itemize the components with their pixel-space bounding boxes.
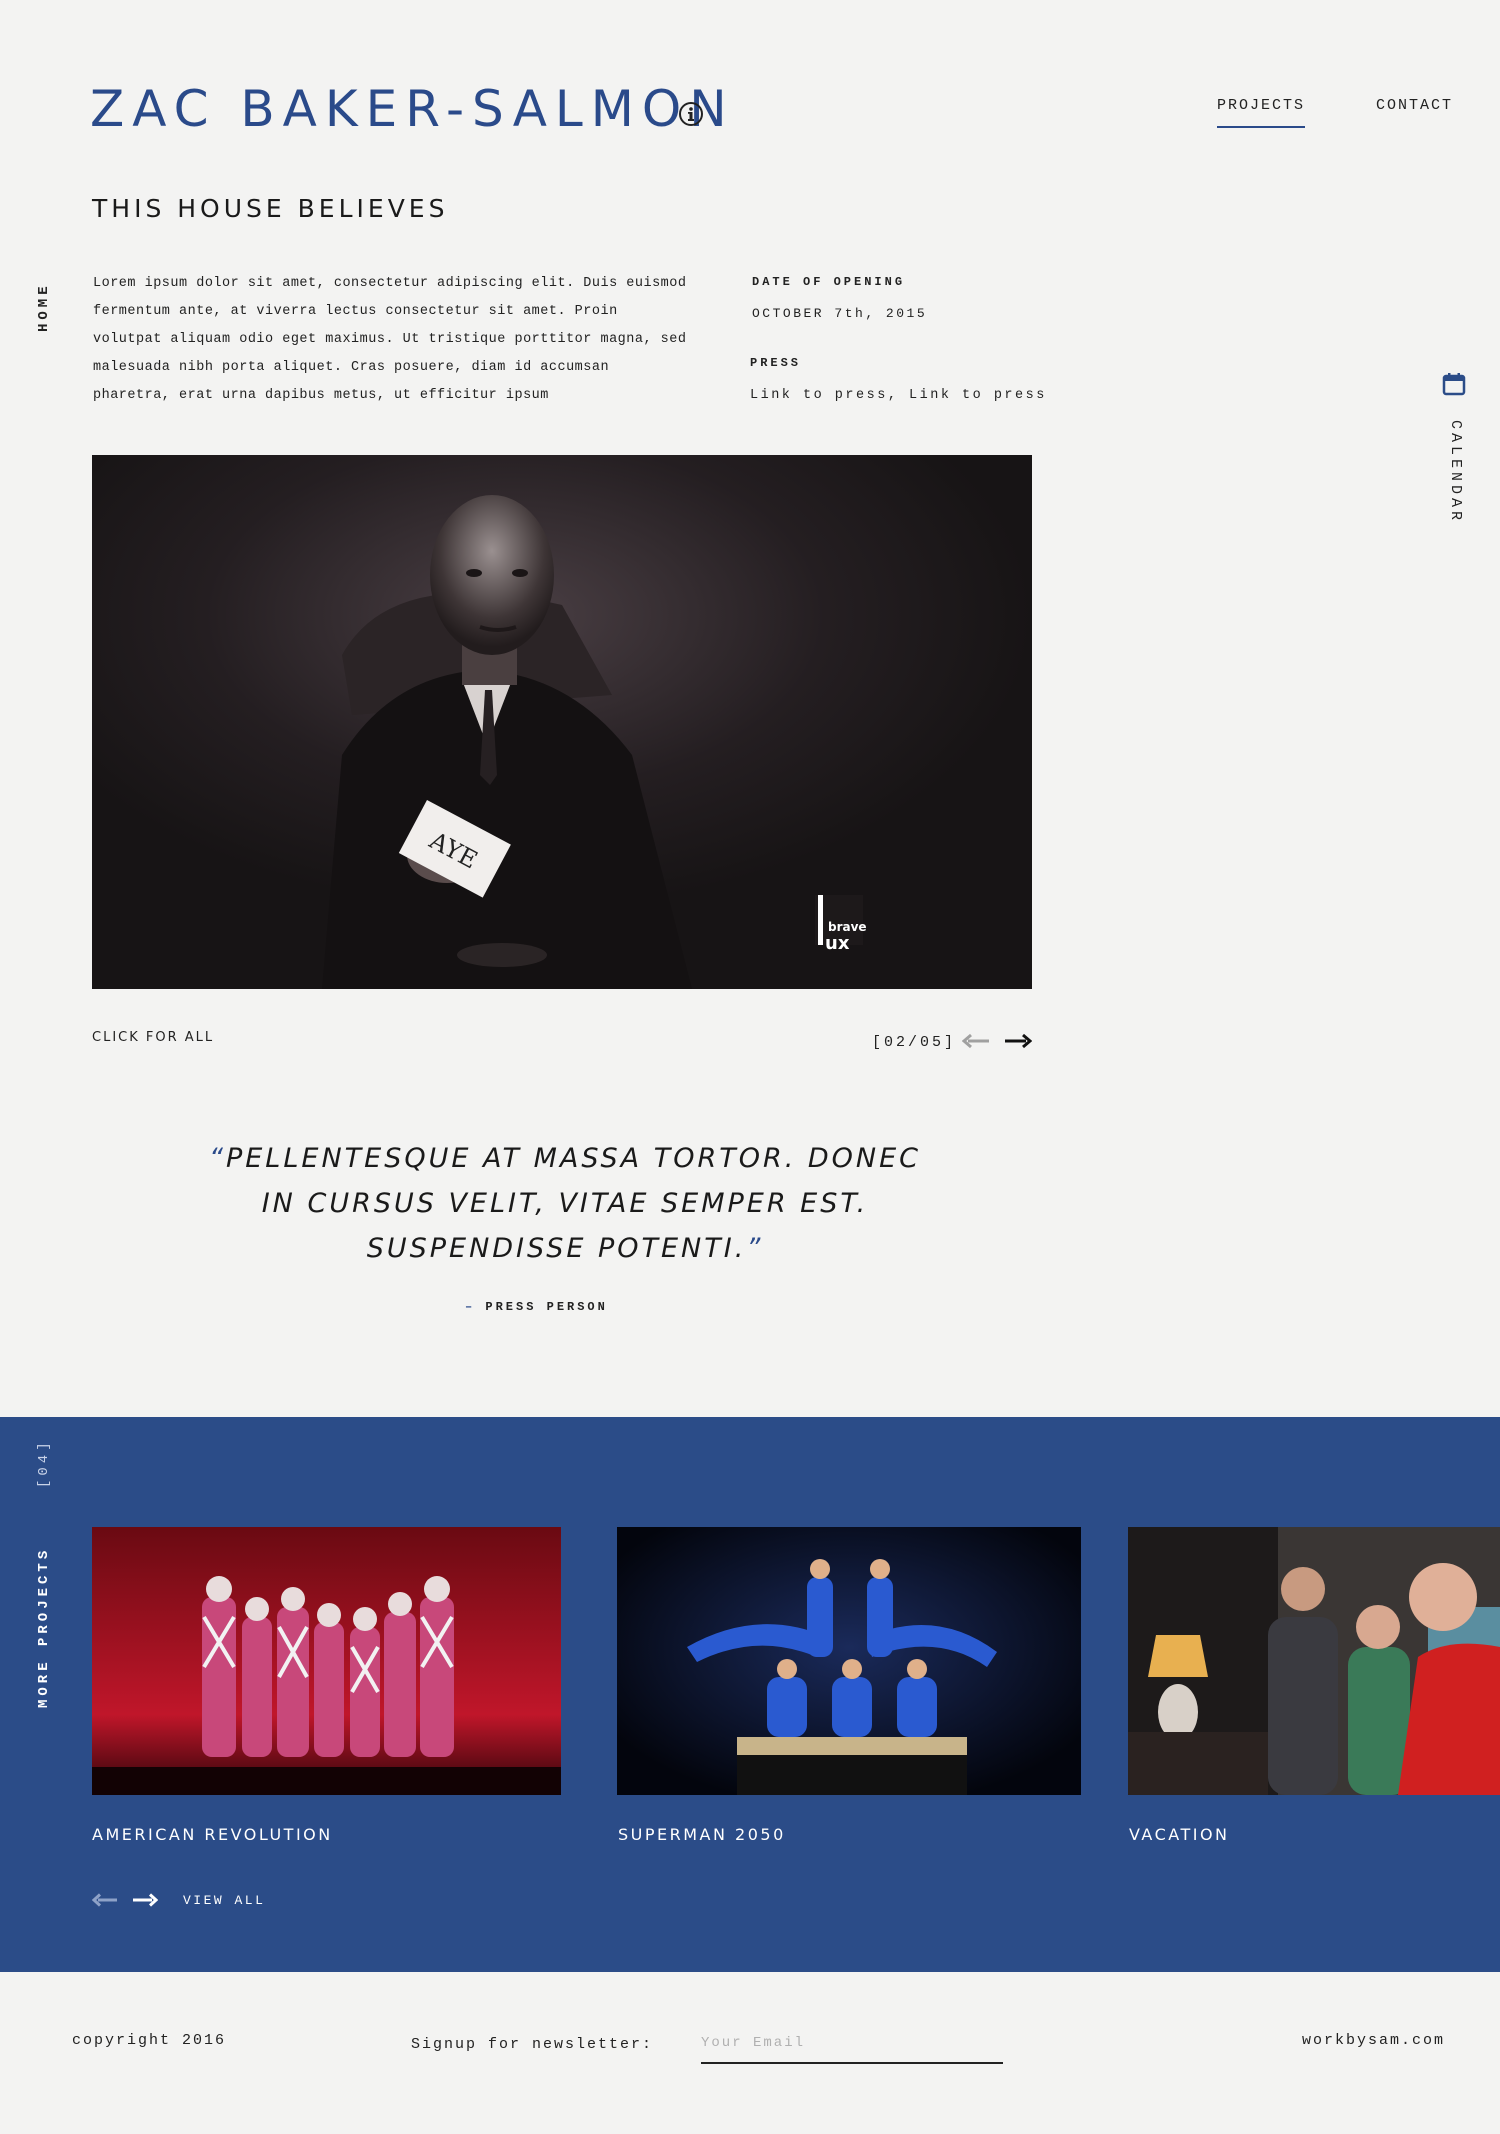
slide-counter: [02/05] (872, 1034, 957, 1051)
quote-text: PELLENTESQUE AT MASSA TORTOR. DONEC IN C… (225, 1143, 922, 1264)
project-card-title[interactable]: AMERICAN REVOLUTION (92, 1825, 333, 1844)
home-link[interactable]: HOME (36, 282, 52, 332)
info-icon[interactable] (678, 101, 704, 127)
project-card-image-superman-2050[interactable] (617, 1527, 1081, 1795)
quote-open-mark: “ (208, 1143, 226, 1174)
project-card-title[interactable]: VACATION (1129, 1825, 1230, 1844)
quote-close-mark: ” (746, 1233, 764, 1264)
arrow-left-icon[interactable] (962, 1033, 990, 1049)
newsletter-label: Signup for newsletter: (411, 2036, 654, 2053)
project-card-image-vacation[interactable] (1128, 1527, 1500, 1795)
arrow-left-icon[interactable] (92, 1893, 118, 1907)
american-revolution-photo (92, 1527, 561, 1795)
project-description: Lorem ipsum dolor sit amet, consectetur … (93, 276, 687, 403)
view-all-link[interactable]: VIEW ALL (183, 1893, 265, 1908)
nav-projects[interactable]: PROJECTS (1217, 97, 1306, 128)
quote-attribution: – PRESS PERSON (465, 1300, 608, 1314)
date-of-opening-value: OCTOBER 7th, 2015 (752, 306, 928, 321)
newsletter-email-input[interactable] (701, 2024, 1003, 2064)
copyright: copyright 2016 (72, 2032, 227, 2049)
superman-2050-photo (617, 1527, 1081, 1795)
project-title: THIS HOUSE BELIEVES (92, 194, 449, 223)
project-card-title[interactable]: SUPERMAN 2050 (618, 1825, 786, 1844)
nav-contact[interactable]: CONTACT (1376, 97, 1453, 114)
site-title[interactable]: ZAC BAKER-SALMON (90, 84, 735, 134)
hero-image[interactable]: AYE brave ux (92, 455, 1032, 989)
hero-photo-illustration: AYE brave ux (92, 455, 1032, 989)
press-links[interactable]: Link to press, Link to press (750, 388, 1047, 403)
attribution-name: PRESS PERSON (485, 1300, 608, 1314)
more-projects-label: MORE PROJECTS (36, 1546, 52, 1708)
site-credit-link[interactable]: workbysam.com (1302, 2032, 1445, 2049)
attribution-dash: – (465, 1300, 476, 1314)
svg-text:ux: ux (825, 933, 850, 954)
vacation-photo (1128, 1527, 1500, 1795)
calendar-link[interactable]: CALENDAR (1447, 420, 1464, 524)
click-for-all-link[interactable]: CLICK FOR ALL (92, 1030, 214, 1045)
press-heading: PRESS (750, 356, 802, 370)
press-quote: “PELLENTESQUE AT MASSA TORTOR. DONEC IN … (200, 1136, 930, 1271)
arrow-right-icon[interactable] (132, 1893, 158, 1907)
arrow-right-icon[interactable] (1004, 1033, 1032, 1049)
svg-text:brave: brave (828, 920, 867, 934)
project-card-image-american-revolution[interactable] (92, 1527, 561, 1795)
calendar-icon[interactable] (1441, 371, 1467, 397)
more-projects-count: [04] (36, 1438, 52, 1488)
date-of-opening-heading: DATE OF OPENING (752, 275, 906, 289)
